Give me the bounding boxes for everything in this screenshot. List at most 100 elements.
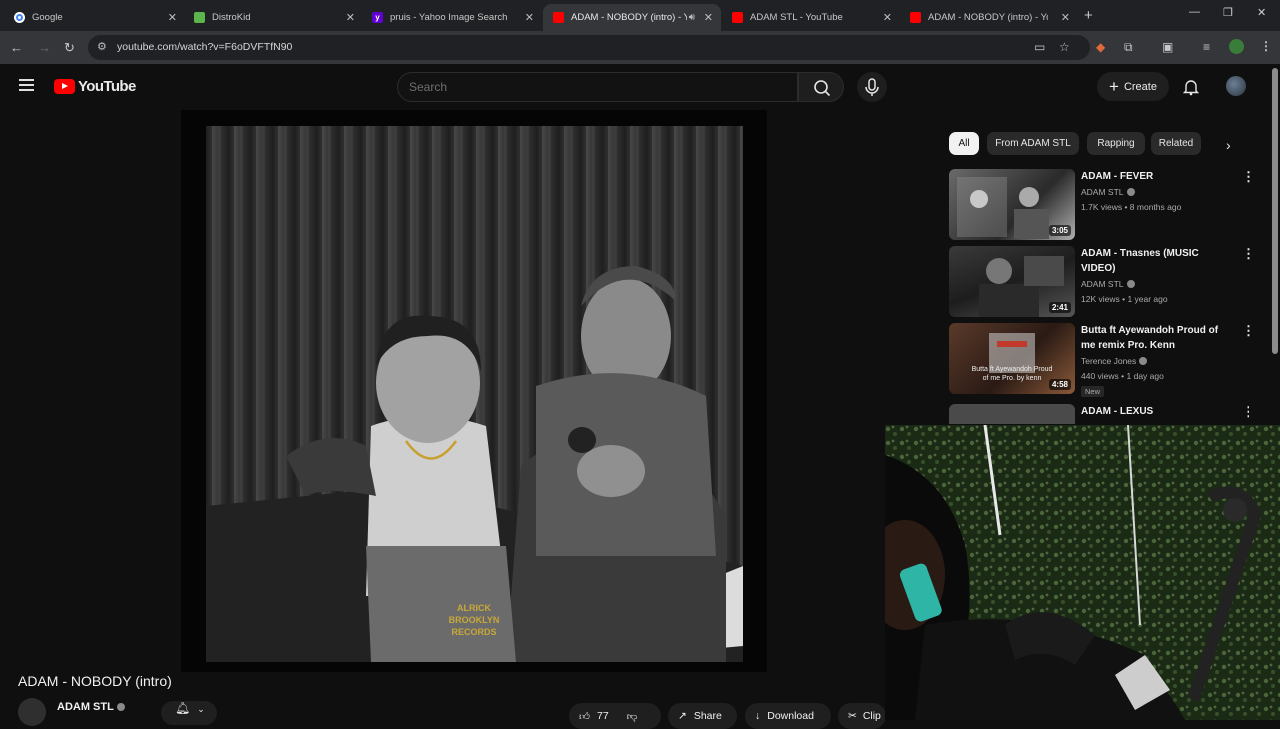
browser-tab-bar: Google ✕ DistroKid ✕ y pruis - Yahoo Ima… bbox=[0, 0, 1280, 31]
video-frame-photo[interactable]: ALRICK BROOKLYN RECORDS bbox=[206, 126, 743, 662]
browser-menu-icon[interactable]: ⋮ bbox=[1260, 39, 1272, 53]
verified-icon bbox=[1126, 280, 1135, 288]
recommendation-item[interactable]: Butta ft Ayewandoh Proud of me Pro. by k… bbox=[949, 323, 1255, 401]
side-panel-icon[interactable]: ▣ bbox=[1162, 40, 1173, 54]
tab-distrokid[interactable]: DistroKid ✕ bbox=[184, 4, 363, 31]
close-icon[interactable]: ✕ bbox=[168, 11, 177, 24]
tab-adam-nobody-active[interactable]: ADAM - NOBODY (intro) - Y 🔊︎ ✕ bbox=[543, 4, 721, 31]
album-cover-image: ALRICK BROOKLYN RECORDS bbox=[206, 126, 743, 662]
thumbs-down-icon[interactable]: 👎︎ bbox=[627, 710, 638, 723]
download-label: Download bbox=[767, 710, 814, 722]
chip-related[interactable]: Related bbox=[1151, 132, 1201, 155]
profile-avatar-icon[interactable] bbox=[1229, 39, 1244, 54]
recommendation-item[interactable]: 3:05 ADAM - FEVER ADAM STL 1.7K views • … bbox=[949, 169, 1255, 241]
more-options-icon[interactable]: ⋮ bbox=[1242, 169, 1255, 185]
cast-icon[interactable]: ▭ bbox=[1034, 40, 1045, 54]
new-badge: New bbox=[1081, 386, 1105, 397]
video-title[interactable]: ADAM - LEXUS bbox=[1081, 404, 1231, 419]
more-options-icon[interactable]: ⋮ bbox=[1242, 323, 1255, 339]
video-thumbnail[interactable]: Butta ft Ayewandoh Proud of me Pro. by k… bbox=[949, 323, 1075, 394]
close-icon[interactable]: ✕ bbox=[525, 11, 534, 24]
more-options-icon[interactable]: ⋮ bbox=[1242, 246, 1255, 262]
share-icon: ↗ bbox=[678, 710, 687, 722]
channel-avatar[interactable] bbox=[18, 698, 46, 726]
clip-button[interactable]: ✂ Clip bbox=[838, 703, 886, 729]
tab-title: pruis - Yahoo Image Search Re bbox=[390, 12, 510, 23]
forward-icon[interactable]: → bbox=[38, 40, 51, 55]
more-options-icon[interactable]: ⋮ bbox=[1242, 404, 1249, 420]
notifications-button[interactable] bbox=[1182, 78, 1200, 101]
reload-icon[interactable]: ↻ bbox=[64, 40, 75, 56]
subscription-bell-button[interactable]: 🔔︎ ⌄ bbox=[161, 701, 217, 725]
recommendation-item[interactable]: 2:41 ADAM - Tnasnes (MUSIC VIDEO) ADAM S… bbox=[949, 246, 1255, 318]
audio-playing-icon[interactable]: 🔊︎ bbox=[689, 12, 695, 23]
tab-yahoo-search[interactable]: y pruis - Yahoo Image Search Re ✕ bbox=[362, 4, 542, 31]
close-icon[interactable]: ✕ bbox=[704, 11, 713, 24]
like-count[interactable]: 77 bbox=[597, 710, 609, 722]
youtube-play-icon bbox=[54, 79, 75, 94]
video-thumbnail[interactable]: 2:41 bbox=[949, 246, 1075, 317]
bell-icon: 🔔︎ bbox=[175, 701, 191, 715]
distrokid-favicon-icon bbox=[194, 12, 205, 23]
youtube-favicon-icon bbox=[910, 12, 921, 23]
extensions-puzzle-icon[interactable]: ⧉ bbox=[1124, 40, 1133, 55]
channel-name[interactable]: ADAM STL bbox=[1081, 279, 1135, 289]
search-box[interactable] bbox=[397, 72, 798, 102]
extension-icon[interactable]: ◆ bbox=[1096, 40, 1105, 54]
maximize-icon[interactable]: ❐ bbox=[1223, 6, 1233, 19]
video-thumbnail[interactable]: 3:05 bbox=[949, 169, 1075, 240]
video-meta: 440 views • 1 day ago bbox=[1081, 371, 1164, 381]
url-text[interactable]: youtube.com/watch?v=F6oDVFTfN90 bbox=[117, 41, 292, 53]
create-label: Create bbox=[1123, 80, 1157, 93]
verified-icon bbox=[1126, 188, 1135, 196]
chip-from-adam-stl[interactable]: From ADAM STL bbox=[987, 132, 1079, 155]
close-icon[interactable]: ✕ bbox=[346, 11, 355, 24]
video-duration: 4:58 bbox=[1048, 379, 1071, 390]
download-icon: ↓ bbox=[755, 710, 761, 722]
menu-icon[interactable] bbox=[19, 79, 34, 91]
search-input[interactable] bbox=[409, 80, 769, 94]
chevron-right-icon[interactable]: › bbox=[1226, 137, 1231, 153]
thumbs-up-icon[interactable]: 👍︎ bbox=[579, 710, 590, 723]
chevron-down-icon: ⌄ bbox=[197, 704, 205, 714]
channel-name[interactable]: ADAM STL bbox=[1081, 187, 1135, 197]
scrollbar[interactable] bbox=[1272, 68, 1278, 354]
thumbnail-caption: Butta ft Ayewandoh Proud of me Pro. by k… bbox=[971, 366, 1053, 382]
chip-rapping[interactable]: Rapping bbox=[1087, 132, 1145, 155]
recommendation-item[interactable]: ADAM - LEXUS ⋮ bbox=[949, 404, 1249, 424]
address-bar[interactable]: ⚙︎ youtube.com/watch?v=F6oDVFTfN90 ▭ ☆ bbox=[88, 35, 1090, 60]
download-button[interactable]: ↓ Download bbox=[745, 703, 831, 729]
site-info-icon[interactable]: ⚙︎ bbox=[97, 40, 107, 53]
media-control-icon[interactable]: ≡ bbox=[1203, 40, 1210, 54]
video-title[interactable]: ADAM - FEVER bbox=[1081, 169, 1231, 184]
record-label-logo: ALRICK bbox=[457, 603, 491, 613]
video-title[interactable]: ADAM - Tnasnes (MUSIC VIDEO) bbox=[1081, 246, 1231, 276]
close-icon[interactable]: ✕ bbox=[883, 11, 892, 24]
youtube-favicon-icon bbox=[553, 12, 564, 23]
tab-adam-stl-channel[interactable]: ADAM STL - YouTube ✕ bbox=[722, 4, 900, 31]
voice-search-button[interactable] bbox=[857, 72, 887, 102]
tab-adam-nobody-2[interactable]: ADAM - NOBODY (intro) - YouT ✕ bbox=[900, 4, 1078, 31]
minimize-icon[interactable]: — bbox=[1189, 6, 1200, 18]
browser-toolbar: ← → ↻ ⚙︎ youtube.com/watch?v=F6oDVFTfN90… bbox=[0, 31, 1280, 64]
tab-title: ADAM - NOBODY (intro) - YouT bbox=[928, 12, 1048, 23]
channel-name[interactable]: Terence Jones bbox=[1081, 356, 1148, 366]
account-avatar[interactable] bbox=[1226, 76, 1246, 96]
chip-all[interactable]: All bbox=[949, 132, 979, 155]
share-button[interactable]: ↗ Share bbox=[668, 703, 737, 729]
close-window-icon[interactable]: ✕ bbox=[1257, 6, 1266, 19]
close-icon[interactable]: ✕ bbox=[1061, 11, 1070, 24]
search-button[interactable] bbox=[798, 72, 844, 102]
create-button[interactable]: + Create bbox=[1097, 72, 1169, 101]
bookmark-star-icon[interactable]: ☆ bbox=[1059, 40, 1070, 54]
channel-name[interactable]: ADAM STL bbox=[57, 701, 125, 713]
youtube-logo[interactable]: YouTube bbox=[54, 78, 136, 95]
back-icon[interactable]: ← bbox=[10, 40, 23, 55]
video-title[interactable]: Butta ft Ayewandoh Proud of me remix Pro… bbox=[1081, 323, 1231, 353]
tab-title: Google bbox=[32, 12, 63, 23]
scissors-icon: ✂ bbox=[848, 710, 857, 722]
tab-google[interactable]: Google ✕ bbox=[4, 4, 185, 31]
youtube-header: YouTube + Create bbox=[0, 64, 1270, 110]
video-thumbnail[interactable] bbox=[949, 404, 1075, 424]
new-tab-icon[interactable]: + bbox=[1084, 7, 1093, 24]
